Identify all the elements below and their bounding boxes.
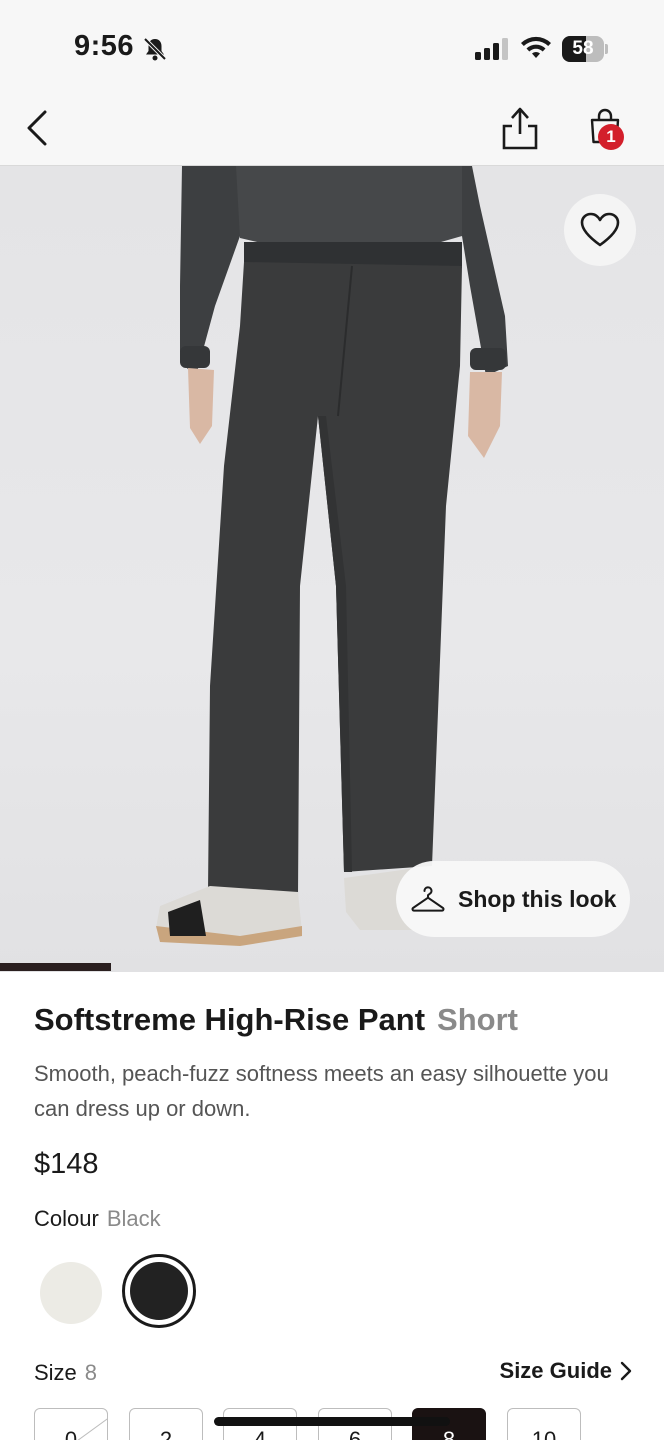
image-carousel-progress xyxy=(0,963,664,971)
colour-swatch-cream[interactable] xyxy=(40,1262,102,1324)
product-description: Smooth, peach-fuzz softness meets an eas… xyxy=(34,1061,609,1121)
battery-level: 58 xyxy=(572,38,594,59)
chevron-left-icon xyxy=(27,110,47,146)
size-option-0[interactable]: 0 xyxy=(34,1408,108,1440)
wifi-icon xyxy=(521,36,551,58)
product-title: Softstreme High-Rise Pant Short xyxy=(34,1002,518,1038)
bag-button[interactable]: 1 xyxy=(584,104,630,152)
bag-count-badge: 1 xyxy=(598,124,624,150)
hanger-icon xyxy=(411,886,445,912)
size-value: 8 xyxy=(84,1360,98,1385)
heart-icon xyxy=(580,212,620,247)
colour-row: Colour Black xyxy=(34,1206,161,1232)
product-photo xyxy=(156,166,508,946)
size-option-2[interactable]: 2 xyxy=(129,1408,203,1440)
share-icon xyxy=(502,107,538,150)
battery-icon: 58 xyxy=(562,36,608,62)
wishlist-button[interactable] xyxy=(564,194,636,266)
size-label: Size xyxy=(34,1360,77,1385)
home-indicator[interactable] xyxy=(214,1417,450,1426)
colour-swatch-black-fill xyxy=(130,1262,188,1320)
shop-this-look-button[interactable]: Shop this look xyxy=(396,861,630,937)
product-price: $148 xyxy=(34,1148,99,1180)
product-name: Softstreme High-Rise Pant xyxy=(34,1002,426,1037)
size-guide-label: Size Guide xyxy=(499,1358,612,1383)
back-button[interactable] xyxy=(18,106,58,150)
colour-label: Colour xyxy=(34,1206,99,1231)
share-button[interactable] xyxy=(498,104,542,152)
shop-this-look-label: Shop this look xyxy=(458,885,617,912)
status-bar: 9:56 58 xyxy=(0,0,664,96)
nav-bar: 1 xyxy=(0,96,664,166)
colour-value: Black xyxy=(106,1206,161,1231)
colour-swatch-black[interactable] xyxy=(122,1254,196,1328)
chevron-right-icon xyxy=(620,1361,632,1381)
carousel-progress-thumb xyxy=(0,963,111,971)
bell-slash-icon xyxy=(143,37,167,61)
status-time: 9:56 xyxy=(74,30,135,62)
product-variant: Short xyxy=(437,1002,518,1037)
size-guide-link[interactable]: Size Guide xyxy=(500,1358,632,1384)
signal-icon xyxy=(475,38,508,60)
size-row: Size 8 xyxy=(34,1360,97,1386)
product-image[interactable]: Shop this look xyxy=(0,166,664,972)
size-option-10[interactable]: 10 xyxy=(507,1408,581,1440)
